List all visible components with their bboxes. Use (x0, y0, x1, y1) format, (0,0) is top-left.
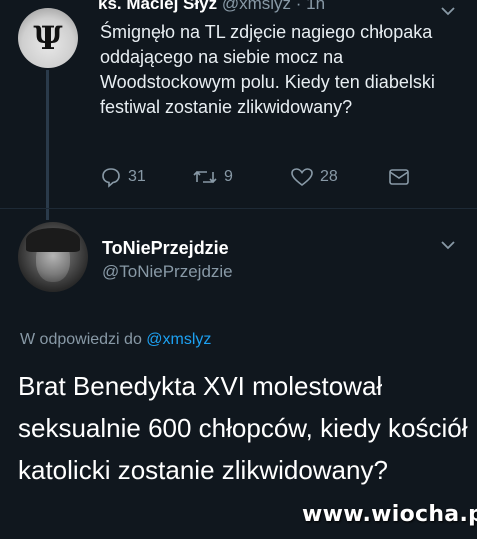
reply-context-prefix: W odpowiedzi do (20, 331, 147, 348)
tweet-text: Brat Benedykta XVI molestował seksualnie… (18, 371, 468, 485)
retweet-button[interactable]: 9 (192, 166, 233, 188)
display-name[interactable]: ks. Maciej Słyż (98, 0, 217, 13)
reply-count: 31 (128, 168, 146, 185)
like-count: 28 (320, 168, 338, 185)
chevron-down-icon[interactable] (440, 240, 456, 250)
chevron-down-icon[interactable] (440, 6, 456, 16)
reply-context: W odpowiedzi do @xmslyz (20, 331, 211, 349)
tweet-actions: 31 9 28 (100, 166, 430, 192)
avatar[interactable] (18, 222, 88, 292)
handle[interactable]: @ToNiePrzejdzie (102, 262, 233, 282)
like-icon (291, 168, 313, 187)
divider (0, 208, 477, 209)
retweet-icon (193, 170, 217, 184)
tweet-header: ks. Maciej Słyż @xmslyz · 1h (98, 0, 325, 14)
watermark: www.wiocha.pl (302, 502, 477, 527)
retweet-count: 9 (224, 168, 233, 185)
display-name[interactable]: ToNiePrzejdzie (102, 238, 229, 259)
reply-handle-link[interactable]: @xmslyz (146, 331, 211, 348)
dm-button[interactable] (387, 166, 411, 188)
thread-connector-line (46, 70, 49, 220)
avatar[interactable]: Ψ (18, 8, 78, 68)
reply-button[interactable]: 31 (100, 166, 146, 188)
reply-icon (102, 168, 120, 188)
avatar-photo-hood (26, 228, 80, 252)
like-button[interactable]: 28 (290, 166, 338, 188)
dm-icon (389, 169, 409, 185)
handle-and-time[interactable]: @xmslyz · 1h (222, 0, 325, 13)
tweet-text: Śmignęło na TL zdjęcie nagiego chłopaka … (100, 22, 435, 117)
fighting-poland-symbol-icon: Ψ (33, 19, 63, 57)
